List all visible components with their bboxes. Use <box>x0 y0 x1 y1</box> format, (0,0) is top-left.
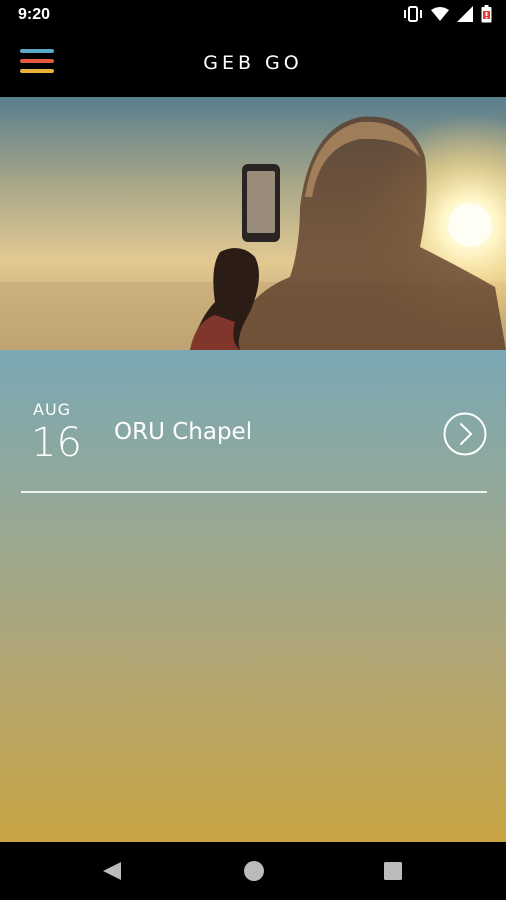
home-icon[interactable] <box>242 859 266 887</box>
event-month: AUG <box>33 400 72 419</box>
app-bar: GEB GO <box>0 31 506 97</box>
battery-icon <box>481 5 492 23</box>
recents-icon[interactable] <box>383 861 403 885</box>
back-icon[interactable] <box>101 860 123 886</box>
navigation-bar <box>0 842 506 900</box>
signal-icon <box>457 6 473 22</box>
hero-image <box>0 97 506 350</box>
wifi-icon <box>431 6 449 22</box>
event-row[interactable]: AUG 16 ORU Chapel <box>0 350 506 492</box>
event-divider <box>21 491 487 493</box>
event-title: ORU Chapel <box>114 419 253 445</box>
status-bar: 9:20 <box>0 0 506 31</box>
events-list: AUG 16 ORU Chapel <box>0 350 506 842</box>
status-time: 9:20 <box>18 6 51 23</box>
vibrate-icon <box>403 5 423 23</box>
app-title: GEB GO <box>203 52 303 74</box>
chevron-right-circle-icon[interactable] <box>443 412 487 456</box>
status-icons <box>403 5 492 23</box>
event-day: 16 <box>31 420 82 466</box>
